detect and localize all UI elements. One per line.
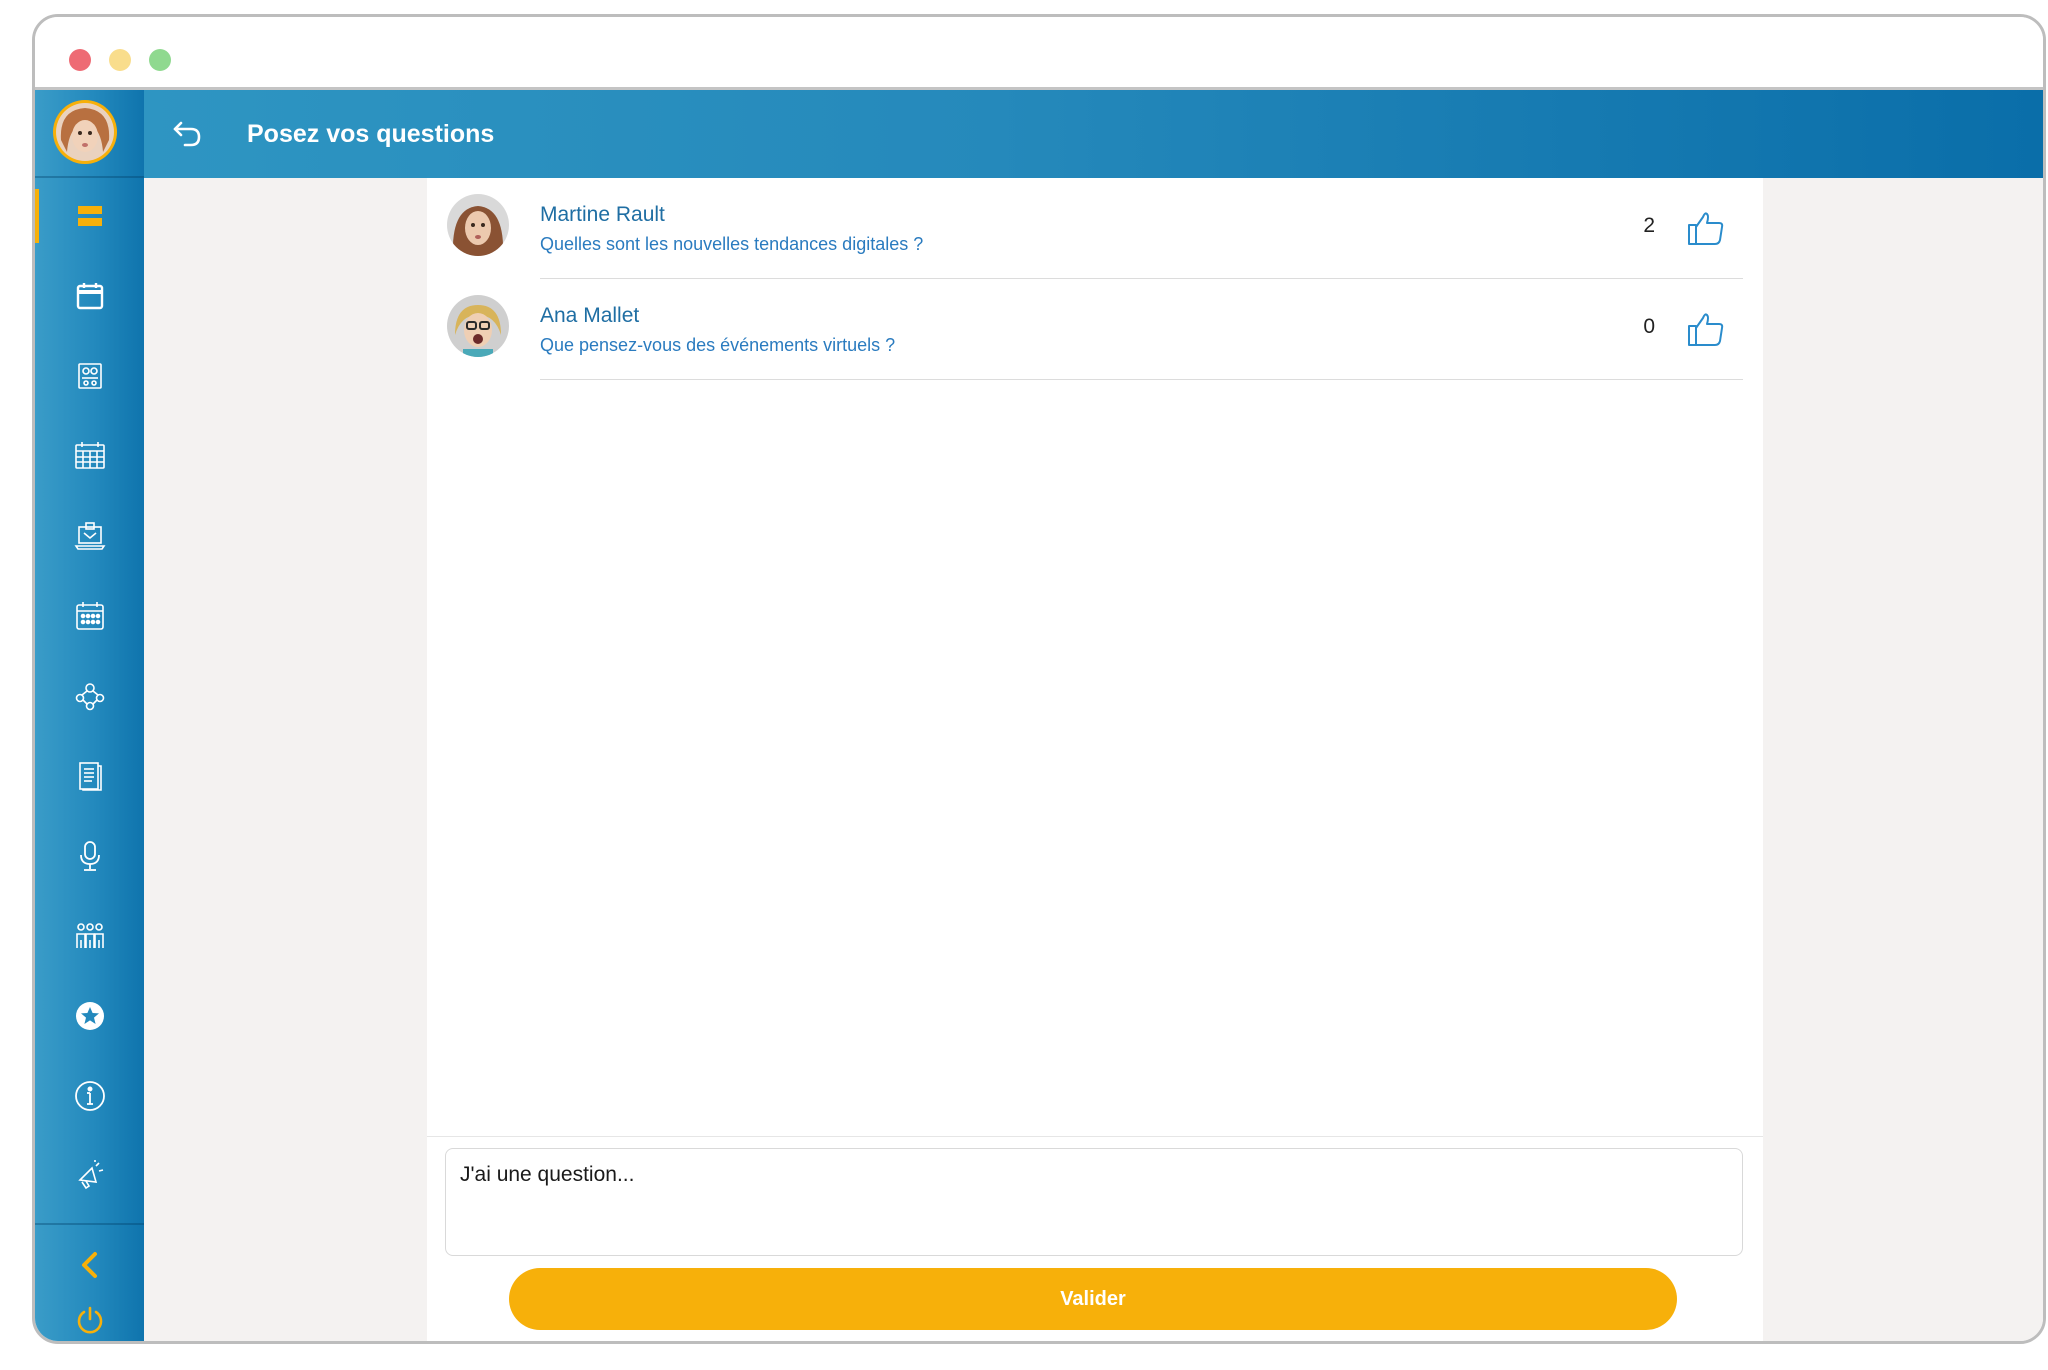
like-button[interactable] xyxy=(1686,309,1726,349)
author-photo-ana xyxy=(447,295,509,357)
minimize-window-button[interactable] xyxy=(109,49,131,71)
network-people-icon xyxy=(75,683,104,711)
questions-list: Martine Rault Quelles sont les nouvelles… xyxy=(427,178,1763,380)
thumbs-up-icon xyxy=(1688,313,1724,346)
info-icon xyxy=(74,1081,105,1111)
sidebar xyxy=(35,90,144,1341)
microphone-icon xyxy=(79,841,100,871)
title-bar xyxy=(35,17,2043,90)
question-author: Martine Rault xyxy=(540,203,665,226)
submit-button[interactable]: Valider xyxy=(509,1268,1677,1330)
power-icon xyxy=(77,1306,102,1334)
sidebar-item-inbox[interactable] xyxy=(35,501,144,571)
sidebar-item-documents[interactable] xyxy=(35,741,144,811)
app-window: Posez vos questions Martine Rault Quelle… xyxy=(32,14,2046,1344)
sidebar-item-agenda[interactable] xyxy=(35,421,144,491)
main-content: Martine Rault Quelles sont les nouvelles… xyxy=(144,178,2043,1341)
question-input[interactable] xyxy=(445,1148,1743,1256)
user-avatar-image xyxy=(56,103,114,161)
avatar xyxy=(447,194,509,256)
author-photo-martine xyxy=(447,194,509,256)
sidebar-item-map[interactable] xyxy=(35,341,144,411)
sidebar-item-speakers[interactable] xyxy=(35,821,144,891)
page-header: Posez vos questions xyxy=(144,90,2043,178)
sidebar-item-favorites[interactable] xyxy=(35,981,144,1051)
question-text: Que pensez-vous des événements virtuels … xyxy=(540,335,896,355)
thumbs-up-icon xyxy=(1688,212,1724,245)
chevron-left-icon xyxy=(81,1252,97,1278)
document-icon xyxy=(78,762,102,791)
question-author: Ana Mallet xyxy=(540,304,640,327)
laptop-inbox-icon xyxy=(74,522,105,550)
avatar xyxy=(447,295,509,357)
logout-button[interactable] xyxy=(35,1285,144,1341)
like-count: 2 xyxy=(1643,214,1655,237)
user-avatar[interactable] xyxy=(53,100,117,164)
page-title: Posez vos questions xyxy=(247,120,495,148)
calendar-icon xyxy=(76,283,103,310)
agenda-grid-icon xyxy=(74,442,105,469)
sidebar-item-menu[interactable] xyxy=(35,181,144,251)
back-button[interactable] xyxy=(166,112,210,156)
sidebar-item-announcements[interactable] xyxy=(35,1141,144,1211)
sidebar-item-info[interactable] xyxy=(35,1061,144,1131)
sidebar-item-calendar[interactable] xyxy=(35,261,144,331)
close-window-button[interactable] xyxy=(69,49,91,71)
list-divider xyxy=(540,379,1743,380)
question-text: Quelles sont les nouvelles tendances dig… xyxy=(540,234,924,254)
sidebar-item-schedule[interactable] xyxy=(35,581,144,651)
sidebar-item-network[interactable] xyxy=(35,661,144,731)
list-item: Ana Mallet Que pensez-vous des événement… xyxy=(427,279,1763,380)
list-item: Martine Rault Quelles sont les nouvelles… xyxy=(427,178,1763,279)
questions-panel: Martine Rault Quelles sont les nouvelles… xyxy=(427,178,1763,1341)
maximize-window-button[interactable] xyxy=(149,49,171,71)
menu-bars-icon xyxy=(77,206,102,226)
back-arrow-icon xyxy=(173,121,201,147)
like-button[interactable] xyxy=(1686,208,1726,248)
megaphone-icon xyxy=(77,1160,103,1190)
composer-divider xyxy=(427,1136,1763,1137)
map-location-icon xyxy=(77,363,102,389)
star-circle-icon xyxy=(75,1002,104,1030)
team-icon xyxy=(75,923,104,948)
like-count: 0 xyxy=(1643,315,1655,338)
sidebar-item-participants[interactable] xyxy=(35,901,144,971)
schedule-calendar-icon xyxy=(75,602,104,630)
